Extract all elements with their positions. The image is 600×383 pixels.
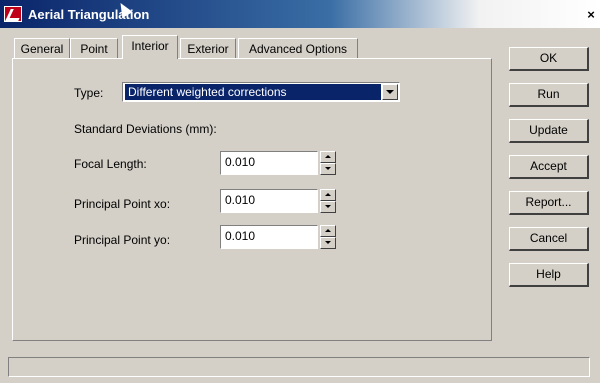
principal-point-yo-input[interactable]: 0.010 <box>220 225 318 249</box>
report-button[interactable]: Report... <box>509 191 589 215</box>
principal-point-xo-input[interactable]: 0.010 <box>220 189 318 213</box>
status-bar <box>8 357 590 377</box>
spin-down-icon[interactable] <box>320 237 336 249</box>
spin-down-icon[interactable] <box>320 201 336 213</box>
focal-length-input[interactable]: 0.010 <box>220 151 318 175</box>
principal-point-xo-label: Principal Point xo: <box>74 197 171 211</box>
help-button[interactable]: Help <box>509 263 589 287</box>
accept-button[interactable]: Accept <box>509 155 589 179</box>
tab-point[interactable]: Point <box>70 38 118 58</box>
update-button[interactable]: Update <box>509 119 589 143</box>
principal-point-yo-spinner <box>320 225 336 249</box>
tab-interior[interactable]: Interior <box>122 35 178 59</box>
chevron-down-icon[interactable] <box>382 84 398 100</box>
tab-exterior[interactable]: Exterior <box>180 38 236 58</box>
spin-up-icon[interactable] <box>320 151 336 163</box>
focal-length-spinner <box>320 151 336 175</box>
app-icon <box>4 6 22 22</box>
spin-up-icon[interactable] <box>320 189 336 201</box>
aerial-triangulation-dialog: Aerial Triangulation × General Point Int… <box>0 0 600 383</box>
tab-general[interactable]: General <box>14 38 70 58</box>
principal-point-xo-spinner <box>320 189 336 213</box>
tab-advanced-options[interactable]: Advanced Options <box>238 38 358 58</box>
type-label: Type: <box>74 86 104 100</box>
type-dropdown[interactable]: Different weighted corrections <box>122 82 400 102</box>
cancel-button[interactable]: Cancel <box>509 227 589 251</box>
title-bar[interactable]: Aerial Triangulation × <box>0 0 600 28</box>
principal-point-yo-label: Principal Point yo: <box>74 233 171 247</box>
close-button[interactable]: × <box>585 8 597 22</box>
ok-button[interactable]: OK <box>509 47 589 71</box>
focal-length-label: Focal Length: <box>74 157 147 171</box>
type-selected-value: Different weighted corrections <box>125 84 381 100</box>
spin-down-icon[interactable] <box>320 163 336 175</box>
spin-up-icon[interactable] <box>320 225 336 237</box>
run-button[interactable]: Run <box>509 83 589 107</box>
standard-deviations-label: Standard Deviations (mm): <box>74 122 217 136</box>
